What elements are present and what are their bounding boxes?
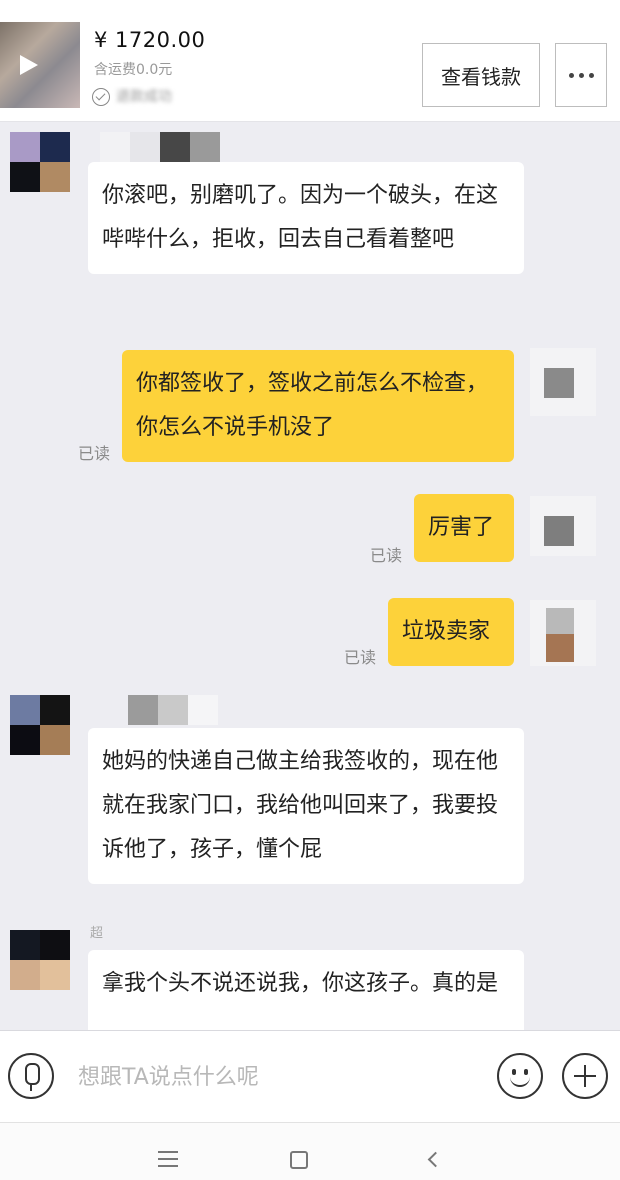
emoji-icon[interactable]	[497, 1053, 543, 1099]
sender-name: 超	[90, 926, 104, 941]
message-bubble-outgoing[interactable]: 厉害了	[414, 494, 514, 562]
chat-area[interactable]: 你滚吧，别磨叽了。因为一个破头，在这哔哔什么，拒收，回去自己看着整吧 已读 你都…	[0, 122, 620, 1030]
menu-icon[interactable]	[158, 1151, 178, 1172]
message-bubble-incoming[interactable]: 你滚吧，别磨叽了。因为一个破头，在这哔哔什么，拒收，回去自己看着整吧	[88, 162, 524, 274]
check-circle-icon	[92, 88, 110, 106]
more-options-button[interactable]	[555, 43, 607, 107]
system-navigation-bar	[0, 1122, 620, 1180]
home-icon[interactable]	[290, 1151, 308, 1169]
sender-name	[100, 132, 220, 162]
view-payment-button[interactable]: 查看钱款	[422, 43, 540, 107]
message-input-bar	[0, 1030, 620, 1122]
status-text: 退款成功	[116, 89, 172, 105]
user-avatar[interactable]	[530, 496, 596, 556]
seller-avatar[interactable]	[10, 132, 70, 192]
message-bubble-incoming[interactable]: 拿我个头不说还说我，你这孩子。真的是	[88, 950, 524, 1030]
product-thumbnail[interactable]	[0, 22, 80, 108]
message-bubble-incoming[interactable]: 她妈的快递自己做主给我签收的，现在他就在我家门口，我给他叫回来了，我要投诉他了，…	[88, 728, 524, 884]
play-icon[interactable]	[20, 55, 38, 75]
microphone-icon[interactable]	[8, 1053, 54, 1099]
shipping-fee: 含运费0.0元	[94, 62, 173, 78]
order-price: ¥ 1720.00	[94, 28, 206, 52]
sender-name	[128, 695, 218, 725]
read-receipt: 已读	[78, 444, 111, 463]
seller-avatar[interactable]	[10, 930, 70, 990]
more-dots-icon	[568, 72, 574, 78]
seller-avatar[interactable]	[10, 695, 70, 755]
back-icon[interactable]	[427, 1151, 444, 1168]
message-bubble-outgoing[interactable]: 你都签收了，签收之前怎么不检查，你怎么不说手机没了	[122, 350, 514, 462]
user-avatar[interactable]	[530, 348, 596, 416]
read-receipt: 已读	[370, 546, 403, 565]
message-bubble-outgoing[interactable]: 垃圾卖家	[388, 598, 514, 666]
message-input[interactable]	[78, 1059, 458, 1095]
order-status: 退款成功	[92, 86, 272, 108]
read-receipt: 已读	[344, 648, 377, 667]
user-avatar[interactable]	[530, 600, 596, 666]
order-header: ¥ 1720.00 含运费0.0元 退款成功 查看钱款	[0, 0, 620, 122]
plus-icon[interactable]	[562, 1053, 608, 1099]
